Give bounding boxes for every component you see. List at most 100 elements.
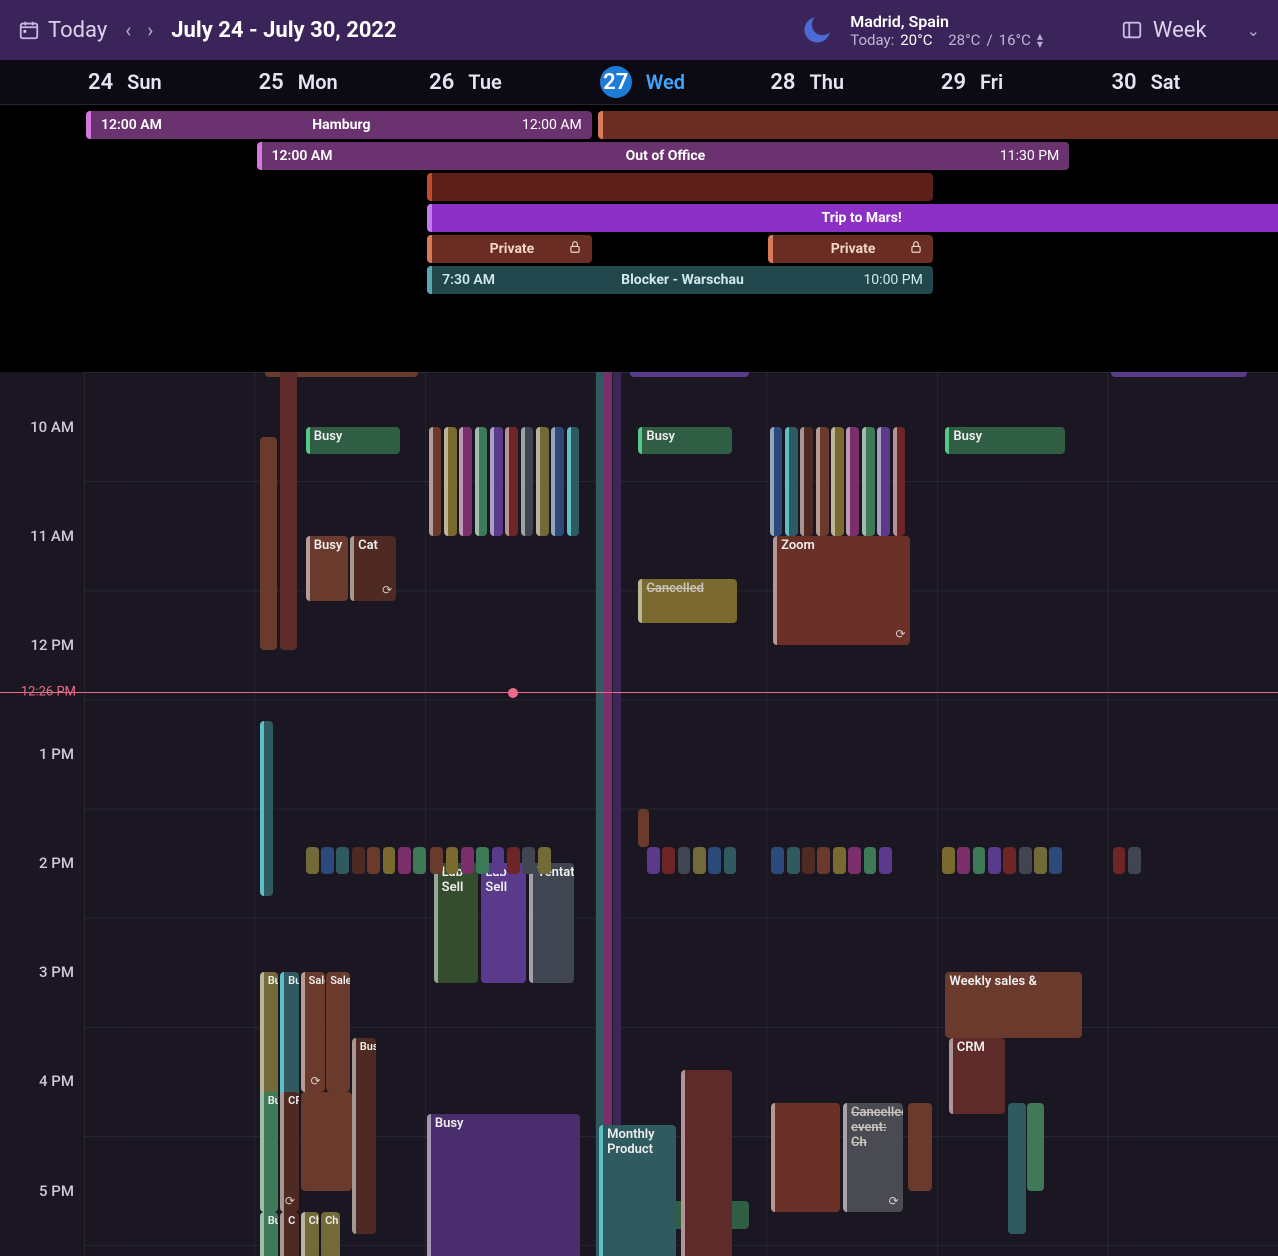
today-button[interactable]: Today xyxy=(18,18,107,43)
calendar-event[interactable] xyxy=(521,427,534,536)
calendar-event[interactable] xyxy=(770,427,783,536)
day-column-header[interactable]: 25Mon xyxy=(255,60,426,104)
calendar-event[interactable]: Ch xyxy=(321,1212,340,1256)
next-week-button[interactable]: › xyxy=(147,18,153,42)
allday-zone[interactable]: 12:00 AMHamburg12:00 AM 12:00 AMOut of Of… xyxy=(0,104,1278,372)
calendar-event[interactable]: Tentative xyxy=(529,863,573,983)
calendar-event[interactable] xyxy=(507,847,520,874)
calendar-event[interactable] xyxy=(260,437,277,650)
view-switcher[interactable]: Week ⌄ xyxy=(1121,18,1260,43)
calendar-event[interactable] xyxy=(771,1103,839,1212)
calendar-event[interactable]: CRM⟳ xyxy=(280,1092,299,1212)
allday-event[interactable]: Private xyxy=(768,235,933,263)
calendar-event[interactable] xyxy=(1034,847,1047,874)
day-column-header[interactable]: 29Fri xyxy=(937,60,1108,104)
calendar-event[interactable] xyxy=(708,847,721,874)
calendar-event[interactable] xyxy=(1111,372,1247,377)
calendar-event[interactable] xyxy=(662,847,675,874)
weather-expand-icon[interactable]: ▴▾ xyxy=(1037,32,1043,48)
calendar-event[interactable] xyxy=(816,427,829,536)
calendar-event[interactable]: Zoom⟳ xyxy=(773,536,909,645)
calendar-event[interactable] xyxy=(877,427,890,536)
calendar-event[interactable] xyxy=(352,847,365,874)
calendar-event[interactable]: CRM xyxy=(949,1038,1005,1114)
calendar-event[interactable] xyxy=(492,847,505,874)
calendar-event[interactable] xyxy=(678,847,691,874)
calendar-event[interactable] xyxy=(444,427,457,536)
calendar-event[interactable] xyxy=(413,847,426,874)
calendar-event[interactable] xyxy=(1128,847,1141,874)
day-column-header[interactable]: 24Sun xyxy=(84,60,255,104)
calendar-event[interactable]: Lab - Sell xyxy=(481,863,525,983)
calendar-event[interactable]: C⟳ xyxy=(280,1212,299,1256)
calendar-event[interactable]: Busy xyxy=(638,427,732,454)
calendar-event[interactable] xyxy=(848,847,861,874)
calendar-event[interactable]: Sale⟳ xyxy=(301,972,325,1092)
calendar-event[interactable] xyxy=(446,847,459,874)
calendar-event[interactable] xyxy=(862,427,875,536)
calendar-event[interactable]: Cancelled event: Ch⟳ xyxy=(843,1103,903,1212)
calendar-event[interactable] xyxy=(596,372,604,1256)
calendar-event[interactable]: Weekly sales & xyxy=(945,972,1081,1037)
calendar-event[interactable] xyxy=(476,847,489,874)
calendar-event[interactable] xyxy=(336,847,349,874)
calendar-event[interactable] xyxy=(321,847,334,874)
prev-week-button[interactable]: ‹ xyxy=(125,18,131,42)
weather-widget[interactable]: Madrid, Spain Today: 20°C 28°C/ 16°C ▴▾ xyxy=(800,12,1043,49)
calendar-event[interactable] xyxy=(461,847,474,874)
calendar-event[interactable] xyxy=(490,427,503,536)
calendar-event[interactable]: Busy xyxy=(306,427,400,454)
calendar-event[interactable] xyxy=(647,847,660,874)
calendar-event[interactable] xyxy=(817,847,830,874)
allday-event[interactable]: Trip to Mars! xyxy=(427,204,1278,232)
calendar-event[interactable] xyxy=(430,847,443,874)
calendar-event[interactable] xyxy=(429,427,442,536)
calendar-event[interactable]: Lab - Sell xyxy=(434,863,478,983)
calendar-event[interactable]: Sale xyxy=(326,972,350,1092)
calendar-event[interactable] xyxy=(475,427,488,536)
calendar-event[interactable] xyxy=(1003,847,1016,874)
calendar-event[interactable] xyxy=(398,847,411,874)
calendar-event[interactable] xyxy=(785,427,798,536)
calendar-event[interactable] xyxy=(942,847,955,874)
calendar-event[interactable]: Busy xyxy=(260,1092,279,1212)
day-column-header[interactable]: 27Wed xyxy=(596,60,767,104)
calendar-event[interactable] xyxy=(973,847,986,874)
day-column-header[interactable]: 30Sat xyxy=(1107,60,1278,104)
calendar-event[interactable] xyxy=(522,847,535,874)
allday-event[interactable] xyxy=(598,111,1278,139)
calendar-event[interactable]: Busy xyxy=(352,1038,376,1234)
calendar-event[interactable] xyxy=(771,847,784,874)
day-column-header[interactable]: 28Thu xyxy=(766,60,937,104)
calendar-event[interactable] xyxy=(536,427,549,536)
calendar-event[interactable] xyxy=(306,847,319,874)
allday-event[interactable]: Private xyxy=(427,235,592,263)
calendar-event[interactable]: Busy xyxy=(427,1114,581,1256)
calendar-event[interactable] xyxy=(724,847,737,874)
calendar-event[interactable] xyxy=(459,427,472,536)
timed-grid[interactable]: 10 AM11 AM12 PM1 PM2 PM3 PM4 PM5 PM Busy… xyxy=(0,372,1278,1256)
calendar-event[interactable] xyxy=(831,427,844,536)
calendar-event[interactable] xyxy=(630,372,749,377)
calendar-event[interactable]: Busy xyxy=(306,536,349,601)
calendar-event[interactable] xyxy=(988,847,1001,874)
calendar-event[interactable] xyxy=(301,1092,352,1190)
calendar-event[interactable] xyxy=(879,847,892,874)
calendar-event[interactable] xyxy=(1008,1103,1025,1234)
calendar-event[interactable] xyxy=(833,847,846,874)
allday-event[interactable]: 7:30 AMBlocker - Warschau10:00 PM xyxy=(427,266,933,294)
calendar-event[interactable] xyxy=(893,427,906,536)
calendar-event[interactable] xyxy=(613,372,621,1256)
calendar-event[interactable] xyxy=(1019,847,1032,874)
calendar-event[interactable] xyxy=(1027,1103,1044,1190)
calendar-event[interactable]: Ch xyxy=(301,1212,320,1256)
calendar-event[interactable] xyxy=(505,427,518,536)
calendar-event[interactable] xyxy=(1049,847,1062,874)
allday-event[interactable]: 12:00 AMOut of Office11:30 PM xyxy=(257,142,1070,170)
calendar-event[interactable] xyxy=(846,427,859,536)
calendar-event[interactable] xyxy=(280,372,297,650)
calendar-event[interactable] xyxy=(567,427,580,536)
calendar-event[interactable] xyxy=(957,847,970,874)
allday-event[interactable]: 12:00 AMHamburg12:00 AM xyxy=(86,111,592,139)
calendar-event[interactable] xyxy=(260,721,274,896)
